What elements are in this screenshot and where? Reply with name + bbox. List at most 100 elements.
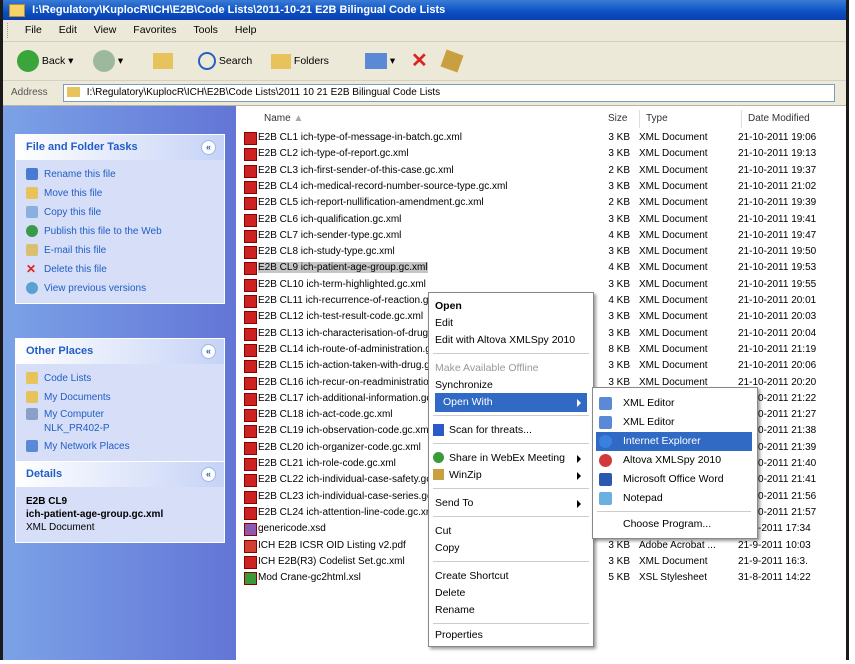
- column-date[interactable]: Date Modified: [741, 110, 810, 128]
- ctx-scan[interactable]: Scan for threats...: [433, 421, 587, 440]
- file-name-text: ICH E2B(R3) Codelist Set.gc.xml: [258, 555, 405, 567]
- details-panel: Details « E2B CL9 ich-patient-age-group.…: [15, 461, 225, 543]
- file-row[interactable]: E2B CL1 ich-type-of-message-in-batch.gc.…: [236, 130, 846, 146]
- column-size[interactable]: Size: [608, 110, 627, 128]
- folder-icon: [9, 4, 25, 17]
- file-type: XML Document: [639, 311, 708, 323]
- ctx-edit-with-xmlspy[interactable]: Edit with Altova XMLSpy 2010: [435, 331, 587, 350]
- file-name-text: ICH E2B ICSR OID Listing v2.pdf: [258, 539, 406, 551]
- file-name-text: E2B CL18 ich-act-code.gc.xml: [258, 409, 393, 421]
- collapse-chevron-icon[interactable]: «: [201, 344, 216, 359]
- xml-file-icon: [244, 180, 257, 194]
- xml-file-icon: [244, 278, 257, 292]
- task-email[interactable]: E-mail this file: [16, 241, 224, 260]
- panel-header[interactable]: Details «: [16, 462, 224, 487]
- word-icon: [599, 473, 612, 486]
- forward-button[interactable]: ▾: [93, 48, 123, 74]
- file-row[interactable]: E2B CL7 ich-sender-type.gc.xml 4 KB XML Do…: [236, 228, 846, 244]
- separator: [433, 561, 589, 562]
- menu-view[interactable]: View: [87, 20, 124, 41]
- menu-tools[interactable]: Tools: [186, 20, 225, 41]
- file-row[interactable]: E2B CL9 ich-patient-age-group.gc.xml 4 KB…: [236, 260, 846, 276]
- details-filename: ich-patient-age-group.gc.xml: [26, 509, 164, 520]
- openwith-word[interactable]: Microsoft Office Word: [596, 470, 752, 489]
- file-name-text: E2B CL10 ich-term-highlighted.gc.xml: [258, 278, 426, 290]
- place-my-documents[interactable]: My Documents: [16, 388, 224, 407]
- openwith-xml-editor-2[interactable]: XML Editor: [596, 413, 752, 432]
- place-code-lists[interactable]: Code Lists: [16, 369, 224, 388]
- panel-header[interactable]: Other Places «: [16, 339, 224, 364]
- menu-help[interactable]: Help: [228, 20, 264, 41]
- folders-button[interactable]: Folders: [271, 48, 329, 74]
- file-name-text: E2B CL1 ich-type-of-message-in-batch.gc.…: [258, 132, 462, 143]
- views-button[interactable]: ▾: [365, 48, 395, 74]
- file-row[interactable]: E2B CL3 ich-first-sender-of-this-case.gc…: [236, 163, 846, 179]
- file-name: E2B CL9 ich-patient-age-group.gc.xml: [258, 260, 593, 276]
- xml-file-icon: [244, 164, 257, 178]
- collapse-chevron-icon[interactable]: «: [201, 467, 216, 482]
- openwith-xmlspy[interactable]: Altova XMLSpy 2010: [596, 451, 752, 470]
- rename-icon: [26, 168, 38, 181]
- title-bar[interactable]: I:\Regulatory\KuplocR\ICH\E2B\Code Lists…: [3, 0, 846, 20]
- submenu-arrow-icon: [577, 472, 581, 480]
- separator: [433, 443, 589, 444]
- file-size: 2 KB: [608, 164, 630, 176]
- file-date: 21-10-2011 20:04: [738, 327, 817, 339]
- xml-file-icon: [244, 539, 257, 553]
- file-row[interactable]: E2B CL5 ich-report-nullification-amendme…: [236, 195, 846, 211]
- openwith-internet-explorer[interactable]: Internet Explorer: [596, 432, 752, 451]
- move-icon: [26, 187, 38, 200]
- openwith-choose-program[interactable]: Choose Program...: [596, 515, 752, 534]
- internet-explorer-icon: [599, 435, 612, 448]
- place-network[interactable]: My Network Places: [16, 437, 224, 456]
- file-type: XML Document: [639, 555, 708, 567]
- menu-edit[interactable]: Edit: [52, 20, 84, 41]
- task-copy[interactable]: Copy this file: [16, 203, 224, 222]
- place-my-computer[interactable]: My Computer: [16, 407, 224, 422]
- xml-editor-icon: [599, 397, 612, 410]
- menu-bar: File Edit View Favorites Tools Help: [3, 20, 846, 42]
- file-row[interactable]: E2B CL4 ich-medical-record-number-source…: [236, 179, 846, 195]
- file-name-text: E2B CL8 ich-study-type.gc.xml: [258, 246, 395, 258]
- column-name[interactable]: Name ▲: [264, 110, 303, 128]
- task-publish[interactable]: Publish this file to the Web: [16, 222, 224, 241]
- ctx-copy[interactable]: Copy: [435, 539, 587, 558]
- file-row[interactable]: E2B CL2 ich-type-of-report.gc.xml 3 KB XML…: [236, 146, 846, 162]
- file-type: XML Document: [639, 148, 708, 160]
- search-button[interactable]: Search: [198, 48, 252, 74]
- up-folder-button[interactable]: [153, 48, 173, 74]
- file-name-text: genericode.xsd: [258, 523, 326, 535]
- ctx-open-with[interactable]: Open With: [435, 393, 587, 412]
- column-type[interactable]: Type: [639, 110, 668, 128]
- file-row[interactable]: E2B CL8 ich-study-type.gc.xml 3 KB XML Doc…: [236, 244, 846, 260]
- file-date: 21-10-2011 20:01: [738, 295, 817, 306]
- back-button[interactable]: Back ▾: [17, 48, 73, 74]
- separator: [433, 415, 589, 416]
- file-size: 3 KB: [608, 278, 630, 290]
- file-row[interactable]: E2B CL10 ich-term-highlighted.gc.xml 3 KB…: [236, 277, 846, 293]
- xml-file-icon: [244, 197, 257, 211]
- properties-icon: [440, 49, 464, 73]
- xml-file-icon: [244, 523, 257, 537]
- ctx-properties[interactable]: Properties: [435, 626, 587, 645]
- delete-x-icon[interactable]: ✕: [411, 48, 428, 74]
- ctx-send-to[interactable]: Send To: [435, 494, 587, 513]
- openwith-xml-editor-1[interactable]: XML Editor: [596, 394, 752, 413]
- ctx-winzip[interactable]: WinZip: [433, 466, 587, 485]
- collapse-chevron-icon[interactable]: «: [201, 140, 216, 155]
- menu-file[interactable]: File: [18, 20, 49, 41]
- task-previous-versions[interactable]: View previous versions: [16, 279, 224, 298]
- history-icon: [26, 282, 38, 295]
- menu-favorites[interactable]: Favorites: [126, 20, 183, 41]
- address-field[interactable]: I:\Regulatory\KuplocR\ICH\E2B\Code Lists…: [63, 84, 835, 102]
- file-type: XML Document: [639, 360, 708, 372]
- file-row[interactable]: E2B CL6 ich-qualification.gc.xml 3 KB XML …: [236, 212, 846, 228]
- properties-button[interactable]: [440, 48, 464, 74]
- task-delete[interactable]: ✕ Delete this file: [16, 260, 224, 279]
- ctx-rename[interactable]: Rename: [435, 601, 587, 620]
- openwith-notepad[interactable]: Notepad: [596, 489, 752, 508]
- folder-icon: [26, 372, 38, 385]
- task-move[interactable]: Move this file: [16, 184, 224, 203]
- panel-header[interactable]: File and Folder Tasks «: [16, 135, 224, 160]
- task-rename[interactable]: Rename this file: [16, 165, 224, 184]
